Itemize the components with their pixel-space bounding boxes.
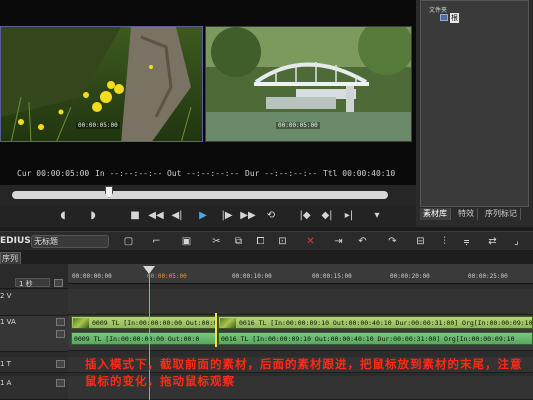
ruler-tick: 00:00:10:00 — [232, 273, 272, 280]
root-folder-label[interactable]: 根 — [450, 13, 459, 23]
player-screen[interactable]: 00:00:05:00 — [0, 26, 203, 142]
tab-sequence-1[interactable]: 序列1 — [0, 252, 21, 274]
project-name-field[interactable]: 无标题 — [31, 235, 109, 248]
tutorial-annotation: 插入模式下，截取前面的素材，后面的素材跟进，把鼠标放到素材的末尾，注意鼠标的变化… — [85, 357, 523, 388]
transport-controls: ◖ ◗ ■ ◀◀ ◀| ▶ |▶ ▶▶ ⟲ |◆ ◆| ▸| ▾ — [0, 205, 416, 227]
clip-label: 0009 TL [In:00:00:00:00 Out:00:0 — [92, 319, 217, 327]
ruler-tick: 00:00:15:00 — [312, 273, 352, 280]
track-header-v2[interactable]: 2 V — [0, 290, 68, 316]
clip-label: 0009 TL [In:00:00:00:00 Out:00:0 — [74, 335, 200, 343]
track-label-t1: 1 T — [0, 360, 11, 368]
tab-sequence-markers[interactable]: 序列标记 — [482, 208, 521, 220]
audio-track-toggle-icon[interactable] — [56, 379, 65, 387]
audio-mixer-icon[interactable]: ⩦ — [460, 235, 473, 248]
ttl-timecode: Ttl 00:00:40:10 — [323, 169, 396, 178]
clip-thumbnail — [220, 318, 236, 328]
track-headers: 1 秒 2 V 1 VA 1 T 1 A — [0, 264, 68, 400]
track-header-t1[interactable]: 1 T — [0, 357, 68, 373]
sync-lock-icon[interactable]: ⇄ — [486, 235, 499, 248]
timescale-toggle-icon[interactable] — [54, 279, 63, 287]
video-mute-icon[interactable] — [56, 318, 65, 326]
tab-effects[interactable]: 特效 — [455, 208, 478, 220]
save-project-icon[interactable]: ▣ — [180, 235, 193, 248]
recorder-overlay-timecode: 00:00:05:00 — [276, 122, 320, 129]
clip-edit-point[interactable] — [215, 313, 217, 347]
step-back-icon[interactable]: ◀| — [170, 208, 184, 223]
video-clip-0009[interactable]: 0009 TL [In:00:00:00:00 Out:00:0 — [71, 316, 217, 329]
copy-icon[interactable]: ⧉ — [232, 235, 245, 248]
audio-clip-0009[interactable]: 0009 TL [In:00:00:00:00 Out:00:0 — [71, 332, 217, 345]
clip-label: 0016 TL [In:00:00:09:10 Out:00:00:40:10 … — [239, 319, 533, 327]
recorder-screen[interactable]: 00:00:05:00 — [205, 26, 412, 142]
time-ruler[interactable]: 00:00:00:00 00:00:05:00 00:00:10:00 00:0… — [68, 264, 533, 284]
folder-icon[interactable] — [440, 14, 448, 21]
split-clip-icon[interactable]: ⫶ — [438, 235, 451, 248]
delete-icon[interactable]: ✕ — [304, 235, 317, 248]
trim-icon[interactable]: ▸| — [340, 208, 358, 223]
audio-mute-icon[interactable] — [56, 330, 65, 338]
bin-folder-tree[interactable]: 文件夹 根 — [420, 0, 529, 207]
rewind-icon[interactable]: ◀◀ — [148, 208, 164, 223]
sequence-tab-bar: 序列1 — [0, 251, 533, 274]
add-marker-icon[interactable]: ⊟ — [414, 235, 427, 248]
paste-icon[interactable]: ⧠ — [254, 235, 267, 248]
paste-insert-icon[interactable]: ⊡ — [276, 235, 289, 248]
timescale-row: 1 秒 — [0, 275, 68, 289]
scrub-track[interactable] — [12, 191, 388, 199]
video-clip-0016[interactable]: 0016 TL [In:00:00:09:10 Out:00:00:40:10 … — [218, 316, 533, 329]
fast-forward-icon[interactable]: ▶▶ — [240, 208, 256, 223]
out-timecode: Out --:--:--:-- — [167, 169, 240, 178]
dur-timecode: Dur --:--:--:-- — [245, 169, 318, 178]
overwrite-to-timeline-icon[interactable]: ◆| — [318, 208, 336, 223]
track-lane-v2[interactable] — [68, 289, 533, 315]
track-label-va1: 1 VA — [0, 318, 16, 326]
app-name: EDIUS — [0, 236, 31, 246]
track-label-v2: 2 V — [0, 292, 12, 300]
step-forward-icon[interactable]: |▶ — [220, 208, 234, 223]
set-out-icon[interactable]: ◗ — [86, 208, 100, 223]
ruler-tick: 00:00:25:00 — [468, 273, 508, 280]
audio-clip-0016[interactable]: 0016 TL [In:00:00:09:10 Out:00:00:40:10 … — [218, 332, 533, 345]
timescale-select[interactable]: 1 秒 — [15, 278, 50, 288]
output-menu-icon[interactable]: ▾ — [370, 208, 384, 223]
player-overlay-timecode: 00:00:05:00 — [76, 122, 120, 129]
clip-thumbnail — [73, 318, 89, 328]
track-label-a1: 1 A — [0, 379, 12, 387]
bin-tab-bar: 素材库 特效 序列标记 — [420, 208, 533, 220]
new-sequence-icon[interactable]: ▢ — [122, 235, 135, 248]
clip-label: 0016 TL [In:00:00:09:10 Out:00:00:40:10 … — [221, 335, 515, 343]
snap-icon[interactable]: ⌟ — [510, 235, 523, 248]
track-header-a1[interactable]: 1 A — [0, 376, 68, 400]
in-timecode: In --:--:--:-- — [95, 169, 163, 178]
ruler-tick: 00:00:00:00 — [72, 273, 112, 280]
timecode-bar: Cur 00:00:05:00 In --:--:--:-- Out --:--… — [0, 167, 416, 181]
track-header-va1[interactable]: 1 VA — [0, 316, 68, 352]
scrub-bar[interactable] — [0, 185, 416, 205]
bin-folder-title: 文件夹 — [429, 7, 448, 14]
stop-icon[interactable]: ■ — [128, 208, 142, 223]
cur-timecode: Cur 00:00:05:00 — [17, 169, 90, 178]
undo-icon[interactable]: ↶ — [356, 235, 369, 248]
ripple-delete-icon[interactable]: ⇥ — [332, 235, 345, 248]
open-project-icon[interactable]: ⌐ — [150, 235, 163, 248]
bin-panel: 文件夹 根 素材库 特效 序列标记 — [416, 0, 533, 227]
ruler-tick: 00:00:20:00 — [390, 273, 430, 280]
track-lane-va1[interactable]: 0009 TL [In:00:00:00:00 Out:00:0 0016 TL… — [68, 315, 533, 351]
preview-window: 00:00:05:00 00:00:05:00 Cur 00:00:05:00 … — [0, 0, 416, 185]
cut-icon[interactable]: ✂ — [210, 235, 223, 248]
play-icon[interactable]: ▶ — [196, 208, 210, 223]
tab-asset-library[interactable]: 素材库 — [420, 208, 451, 220]
set-in-icon[interactable]: ◖ — [56, 208, 70, 223]
insert-to-timeline-icon[interactable]: |◆ — [296, 208, 314, 223]
ruler-tick: 00:00:05:00 — [147, 273, 187, 280]
timeline-toolbar: EDIUS 无标题 ▢ ⌐ ▣ ✂ ⧉ ⧠ ⊡ ✕ ⇥ ↶ ↷ ⊟ ⫶ ⩦ ⇄ … — [0, 231, 533, 250]
title-track-toggle-icon[interactable] — [56, 360, 65, 368]
loop-icon[interactable]: ⟲ — [264, 208, 278, 223]
redo-icon[interactable]: ↷ — [386, 235, 399, 248]
